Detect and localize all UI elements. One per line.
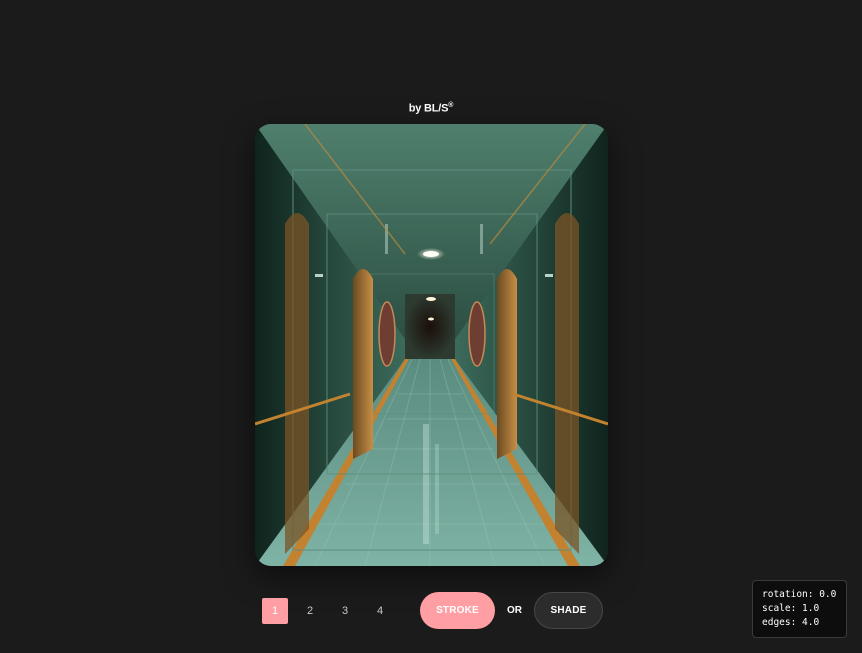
mode-toggle: STROKE OR SHADE	[420, 592, 603, 629]
registered-mark: ®	[448, 102, 454, 109]
page-button-4[interactable]: 4	[367, 598, 393, 624]
stroke-button[interactable]: STROKE	[420, 592, 495, 629]
or-label: OR	[507, 605, 522, 616]
page-button-2[interactable]: 2	[297, 598, 323, 624]
page-button-1[interactable]: 1	[262, 598, 288, 624]
debug-scale: scale: 1.0	[762, 603, 820, 614]
shade-button[interactable]: SHADE	[534, 592, 603, 629]
credit-label: by BL/S®	[0, 102, 862, 115]
debug-edges: edges: 4.0	[762, 617, 820, 628]
credit-text: by BL/S	[408, 102, 449, 115]
page-selector: 1 2 3 4	[262, 598, 393, 624]
debug-panel: rotation: 0.0 scale: 1.0 edges: 4.0	[752, 580, 847, 638]
page-button-3[interactable]: 3	[332, 598, 358, 624]
page: by BL/S® 1 2 3 4 STROKE OR SHADE rotatio…	[0, 0, 862, 653]
debug-rotation: rotation: 0.0	[762, 589, 837, 600]
artwork-image[interactable]	[255, 124, 608, 566]
